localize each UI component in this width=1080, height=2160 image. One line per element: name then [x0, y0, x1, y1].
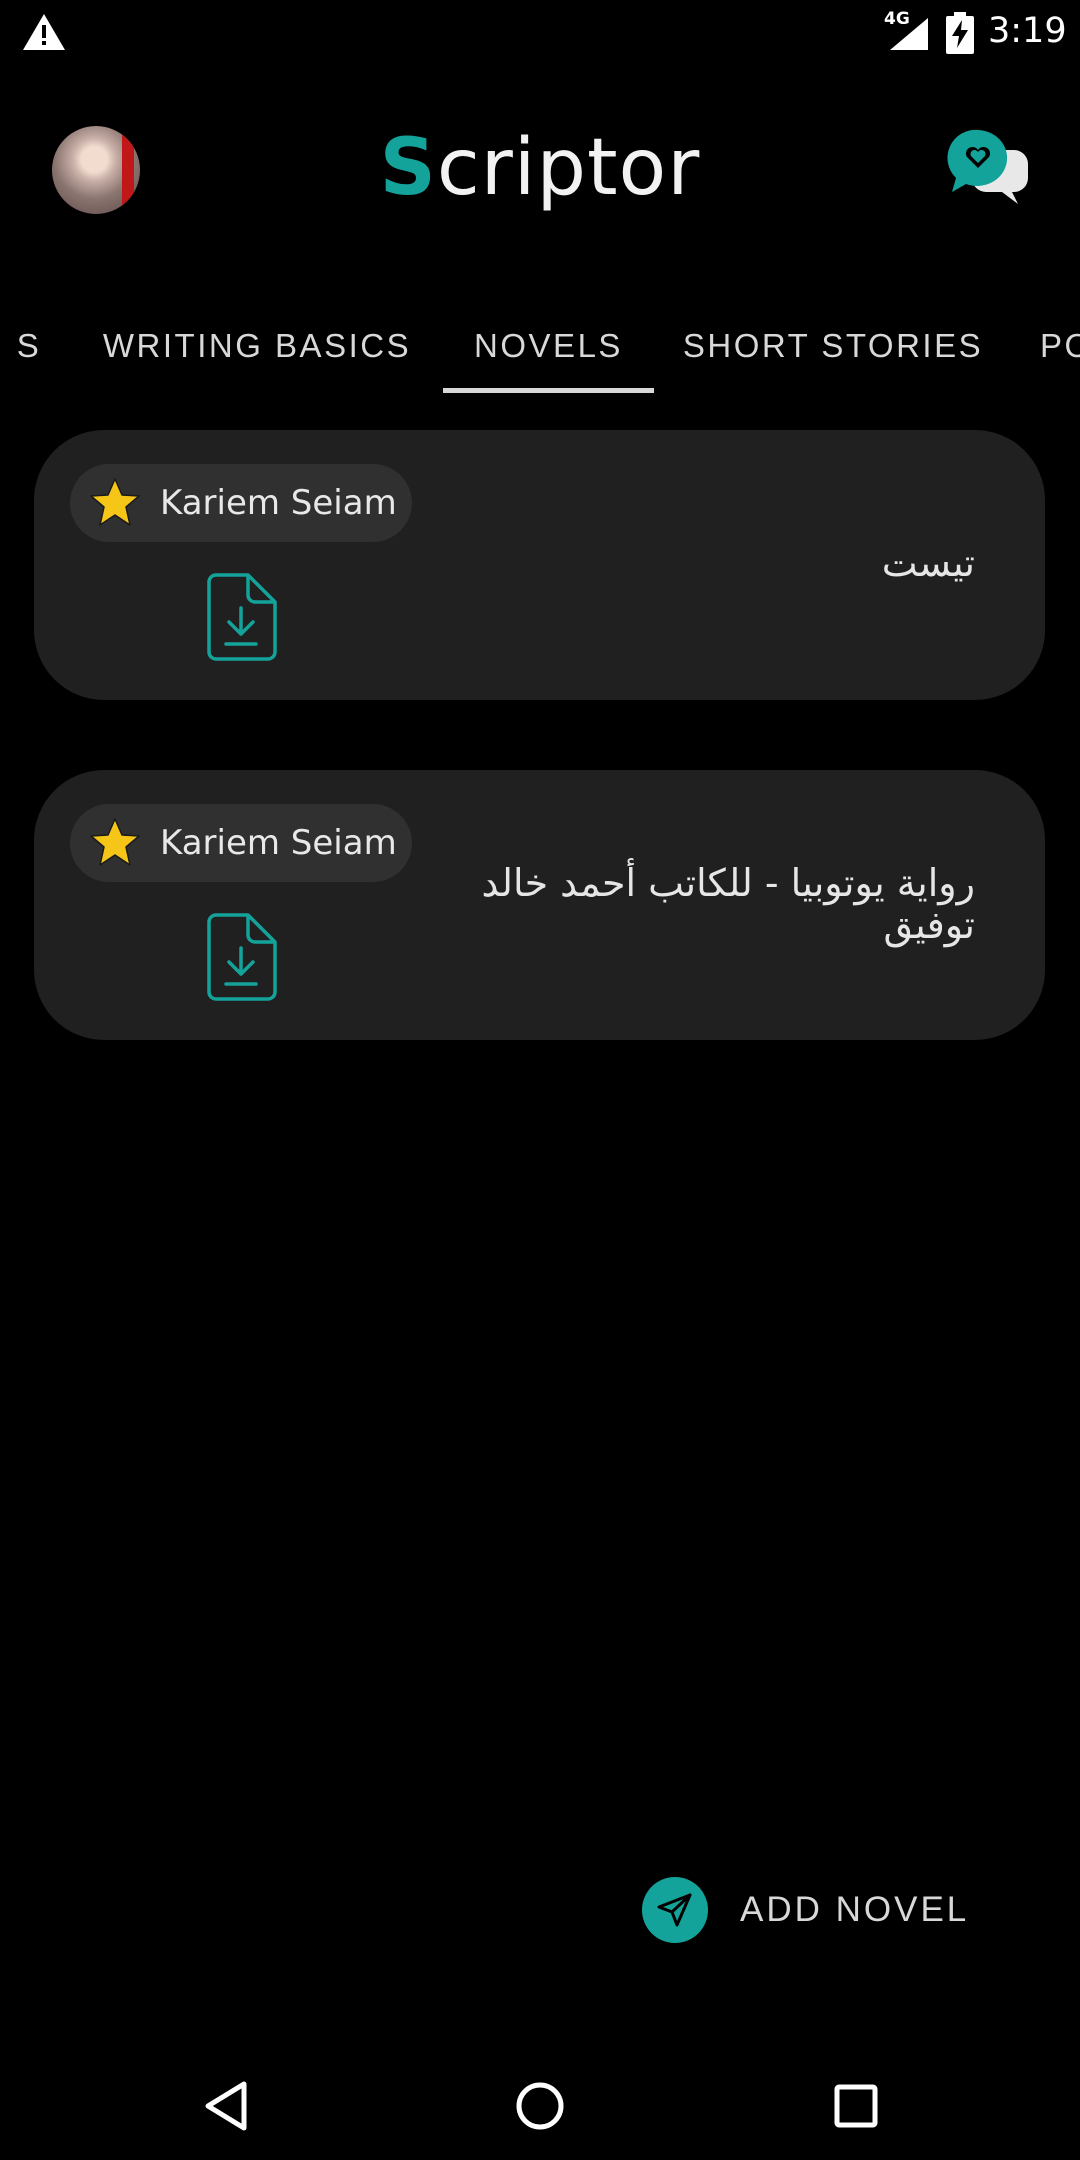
author-name: Kariem Seiam	[160, 823, 397, 863]
battery-charging-icon	[946, 12, 974, 54]
author-name: Kariem Seiam	[160, 483, 397, 523]
novel-title: تيست	[881, 541, 975, 585]
star-icon	[90, 818, 140, 866]
category-tabs: S WRITING BASICS NOVELS SHORT STORIES PO	[0, 300, 1080, 396]
add-novel-label: ADD NOVEL	[740, 1890, 970, 1929]
add-novel-button[interactable]: ADD NOVEL	[642, 1872, 982, 1948]
chat-heart-icon[interactable]	[946, 128, 1030, 212]
author-chip[interactable]: Kariem Seiam	[70, 804, 412, 882]
back-icon[interactable]	[196, 2076, 256, 2136]
tab-partial-left[interactable]: S	[0, 300, 58, 392]
recents-icon[interactable]	[826, 2076, 886, 2136]
novel-card[interactable]: Kariem Seiam تيست	[34, 430, 1045, 700]
app-title: Scriptor	[0, 118, 1080, 218]
author-chip[interactable]: Kariem Seiam	[70, 464, 412, 542]
download-file-icon[interactable]	[204, 572, 278, 662]
signal-icon	[890, 18, 928, 50]
tab-short-stories[interactable]: SHORT STORIES	[668, 300, 998, 392]
app-title-rest: criptor	[436, 123, 701, 213]
novel-card[interactable]: Kariem Seiam رواية يوتوبيا - للكاتب أحمد…	[34, 770, 1045, 1040]
star-icon	[90, 478, 140, 526]
download-file-icon[interactable]	[204, 912, 278, 1002]
send-icon	[642, 1877, 708, 1943]
warning-icon	[23, 14, 65, 50]
navigation-bar	[0, 2040, 1080, 2160]
novel-title: رواية يوتوبيا - للكاتب أحمد خالد توفيق	[481, 861, 975, 947]
tab-writing-basics[interactable]: WRITING BASICS	[86, 300, 428, 392]
status-bar: 4G 3:19	[0, 0, 1080, 66]
clock: 3:19	[988, 11, 1067, 51]
tab-novels[interactable]: NOVELS	[443, 300, 654, 392]
app-title-accent: S	[379, 123, 437, 213]
home-icon[interactable]	[510, 2076, 570, 2136]
tab-partial-right[interactable]: PO	[1040, 300, 1080, 392]
tab-indicator	[443, 388, 654, 393]
